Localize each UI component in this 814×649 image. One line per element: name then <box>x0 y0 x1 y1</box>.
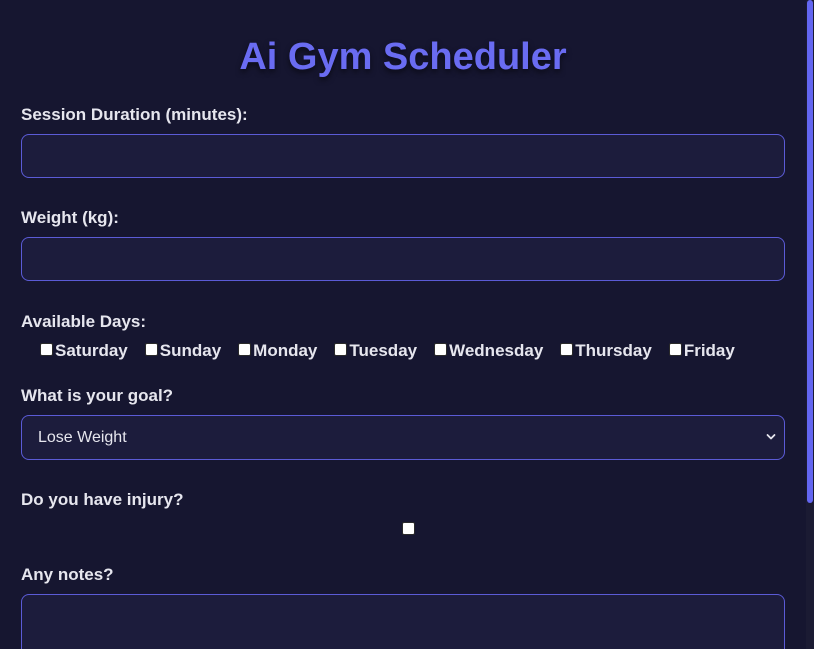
day-label-saturday: Saturday <box>55 341 128 360</box>
injury-label: Do you have injury? <box>21 490 184 509</box>
session-duration-input[interactable] <box>21 134 785 178</box>
notes-label: Any notes? <box>21 565 114 584</box>
day-label-thursday: Thursday <box>575 341 652 360</box>
day-label-friday: Friday <box>683 341 735 360</box>
goal-selected-value: Lose Weight <box>38 428 127 446</box>
available-days-group: Saturday Sunday Monday Tuesday Wednesday… <box>40 341 735 361</box>
available-days-label: Available Days: <box>21 312 147 331</box>
session-duration-label: Session Duration (minutes): <box>21 105 248 124</box>
scrollbar-track[interactable] <box>806 0 814 649</box>
goal-select[interactable]: Lose Weight <box>21 415 785 460</box>
day-option-saturday[interactable]: Saturday <box>40 341 128 361</box>
day-label-sunday: Sunday <box>159 341 222 360</box>
weight-label: Weight (kg): <box>21 208 119 227</box>
chevron-down-icon <box>766 434 776 440</box>
day-checkbox-thursday[interactable] <box>560 342 574 356</box>
day-checkbox-sunday[interactable] <box>144 342 158 356</box>
scrollbar-thumb[interactable] <box>807 0 813 503</box>
day-option-sunday[interactable]: Sunday <box>144 341 222 361</box>
day-checkbox-saturday[interactable] <box>40 342 53 356</box>
day-checkbox-monday[interactable] <box>238 342 252 356</box>
day-checkbox-friday[interactable] <box>668 342 682 356</box>
day-option-friday[interactable]: Friday <box>668 341 735 361</box>
day-checkbox-tuesday[interactable] <box>334 342 348 356</box>
day-label-wednesday: Wednesday <box>449 341 544 360</box>
injury-checkbox[interactable] <box>402 522 415 535</box>
day-label-tuesday: Tuesday <box>349 341 418 360</box>
day-option-tuesday[interactable]: Tuesday <box>334 341 417 361</box>
page-title: Ai Gym Scheduler <box>239 36 567 78</box>
goal-label: What is your goal? <box>21 386 174 405</box>
notes-textarea[interactable] <box>21 594 785 649</box>
day-checkbox-wednesday[interactable] <box>434 342 448 356</box>
weight-input[interactable] <box>21 237 785 281</box>
day-option-monday[interactable]: Monday <box>238 341 317 361</box>
day-option-wednesday[interactable]: Wednesday <box>434 341 543 361</box>
page: Ai Gym Scheduler Session Duration (minut… <box>0 0 814 649</box>
day-option-thursday[interactable]: Thursday <box>560 341 652 361</box>
day-label-monday: Monday <box>253 341 318 360</box>
